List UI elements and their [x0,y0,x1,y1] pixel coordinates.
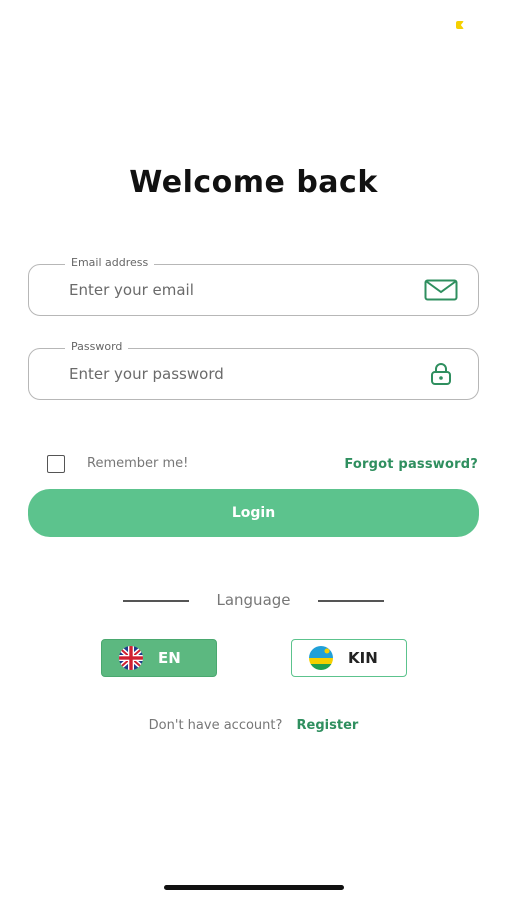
password-input[interactable] [69,362,399,386]
language-kin-button[interactable]: KIN [291,639,407,677]
home-indicator[interactable] [164,885,344,890]
password-field[interactable]: Password [28,340,479,400]
remember-me-checkbox[interactable] [47,455,65,473]
language-heading: Language [216,591,291,609]
register-prompt: Don't have account? [148,718,283,733]
status-indicator-icon [456,21,464,29]
language-en-label: EN [158,649,181,667]
forgot-password-link[interactable]: Forgot password? [344,457,478,472]
login-button[interactable]: Login [28,489,479,537]
register-link[interactable]: Register [297,718,359,733]
email-field[interactable]: Email address [28,256,479,316]
uk-flag-icon [119,646,143,670]
rwanda-flag-icon [309,646,333,670]
remember-me-label: Remember me! [87,456,189,471]
language-divider-right [318,600,384,602]
email-input[interactable] [69,278,399,302]
language-kin-label: KIN [348,649,378,667]
mail-icon [424,278,458,306]
password-field-label: Password [65,340,129,353]
email-field-label: Email address [65,256,155,269]
register-row: Don't have account? Register [0,718,507,733]
lock-icon[interactable] [430,362,452,390]
page-title: Welcome back [129,165,378,200]
language-en-button[interactable]: EN [101,639,217,677]
